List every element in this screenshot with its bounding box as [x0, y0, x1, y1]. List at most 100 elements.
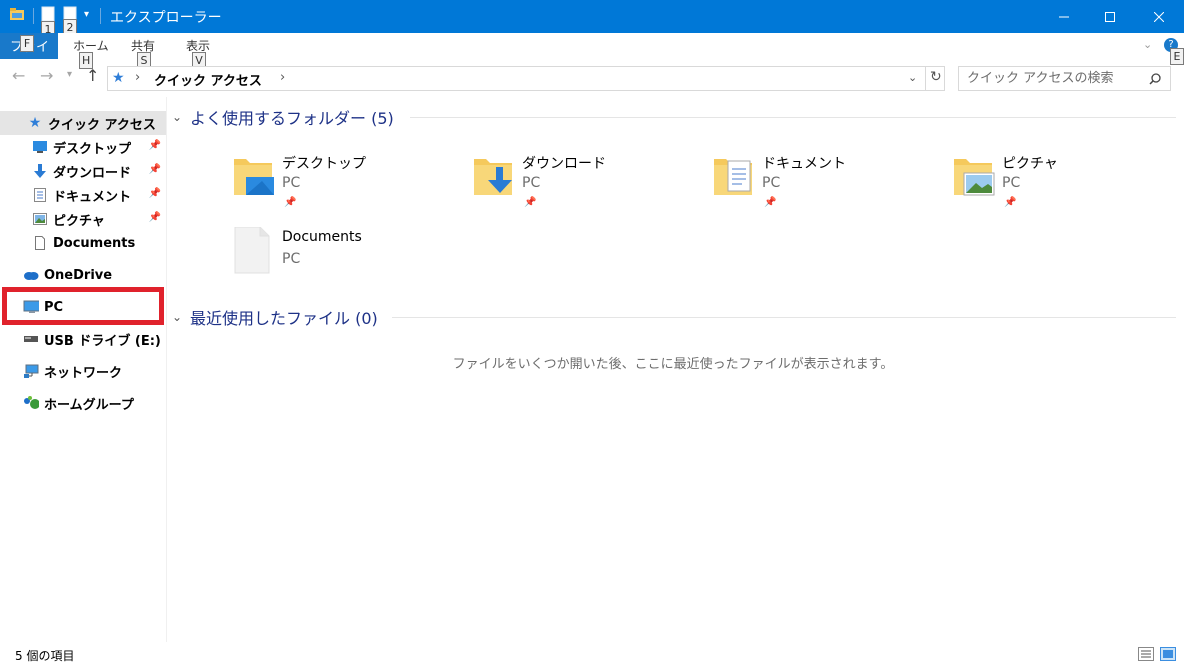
usb-drive-icon: [23, 331, 39, 347]
sidebar-item-label: ダウンロード: [53, 165, 132, 181]
desktop-icon: [32, 139, 48, 155]
sidebar-item-network[interactable]: ネットワーク: [0, 359, 166, 383]
download-folder-icon: [472, 151, 520, 203]
chevron-down-icon: ⌄: [171, 310, 183, 324]
sidebar-item-documents[interactable]: ドキュメント 📌: [0, 183, 166, 207]
details-view-icon[interactable]: [1138, 647, 1154, 661]
ribbon: ファイル F ホーム H 共有 S 表示 V ⌄ ? E: [0, 33, 1184, 74]
maximize-icon: [1105, 11, 1115, 22]
recent-empty-message: ファイルをいくつか開いた後、ここに最近使ったファイルが表示されます。: [452, 357, 894, 372]
sidebar-item-label: ドキュメント: [53, 189, 132, 205]
tile-desktop[interactable]: デスクトップ PC 📌: [232, 151, 462, 215]
star-icon: ★: [112, 70, 125, 86]
minimize-button[interactable]: [1041, 0, 1087, 33]
sidebar-item-desktop[interactable]: デスクトップ 📌: [0, 135, 166, 159]
sidebar-item-label: ホームグループ: [44, 397, 134, 413]
documents-folder-icon: [712, 151, 760, 203]
group-header-frequent[interactable]: ⌄ よく使用するフォルダー (5): [170, 104, 394, 130]
pin-icon: 📌: [148, 188, 161, 199]
close-icon: [1154, 11, 1164, 22]
tile-name: Documents: [282, 229, 362, 245]
tile-documents-file[interactable]: Documents PC: [232, 226, 462, 291]
breadcrumb-quick-access[interactable]: クイック アクセス: [154, 70, 262, 89]
sidebar-item-label: OneDrive: [44, 267, 113, 283]
keytip-file: F: [20, 35, 34, 52]
expand-ribbon-icon[interactable]: ⌄: [1143, 38, 1152, 51]
star-icon: ★: [28, 115, 42, 131]
qa-separator: [33, 8, 34, 24]
tile-pictures[interactable]: ピクチャ PC 📌: [952, 151, 1182, 215]
pictures-folder-icon: [952, 151, 1000, 203]
large-icons-view-icon[interactable]: [1160, 647, 1176, 661]
breadcrumb-chevron-icon[interactable]: ›: [135, 70, 140, 85]
navigation-pane: ★ クイック アクセス デスクトップ 📌 ダウンロード 📌 ドキュメント 📌 ピ…: [0, 97, 167, 642]
tile-documents[interactable]: ドキュメント PC 📌: [712, 151, 942, 215]
sidebar-item-usb-drive[interactable]: USB ドライブ (E:): [0, 327, 166, 351]
sidebar-item-label: USB ドライブ (E:): [44, 333, 161, 349]
sidebar-item-label: Documents: [53, 235, 136, 251]
pin-icon: 📌: [1004, 197, 1017, 208]
tile-location: PC: [282, 251, 301, 267]
address-dropdown-icon[interactable]: ⌄: [908, 71, 917, 84]
sidebar-item-label: ネットワーク: [44, 365, 123, 381]
network-icon: [23, 363, 39, 379]
tile-name: ピクチャ: [1002, 156, 1058, 172]
chevron-down-icon: ⌄: [171, 110, 183, 124]
cloud-icon: [23, 267, 39, 283]
pin-icon: 📌: [764, 197, 777, 208]
pin-icon: 📌: [148, 164, 161, 175]
breadcrumb-chevron-icon[interactable]: ›: [280, 70, 285, 85]
sidebar-item-downloads[interactable]: ダウンロード 📌: [0, 159, 166, 183]
tile-name: デスクトップ: [282, 156, 366, 172]
address-separator: [925, 67, 926, 90]
tile-name: ドキュメント: [762, 156, 846, 172]
close-button[interactable]: [1134, 0, 1184, 33]
title-bar: ▾ エクスプローラー 1 2: [0, 0, 1184, 38]
tile-location: PC: [1002, 175, 1021, 191]
window-title: エクスプローラー: [110, 10, 222, 26]
group-header-recent[interactable]: ⌄ 最近使用したファイル (0): [170, 304, 378, 330]
pictures-icon: [32, 211, 48, 227]
tile-downloads[interactable]: ダウンロード PC 📌: [472, 151, 702, 215]
item-count: 5 個の項目: [15, 649, 75, 663]
sidebar-item-pictures[interactable]: ピクチャ 📌: [0, 207, 166, 231]
homegroup-icon: [23, 395, 39, 411]
refresh-icon[interactable]: ↻: [930, 69, 942, 85]
sidebar-item-onedrive[interactable]: OneDrive: [0, 263, 166, 287]
minimize-icon: [1059, 16, 1069, 17]
sidebar-item-label: デスクトップ: [53, 141, 132, 157]
up-arrow-icon[interactable]: ↑: [86, 66, 99, 85]
address-row: ← → ▾ ↑ ★ › クイック アクセス › ⌄ ↻: [0, 60, 1184, 94]
group-divider: [410, 117, 1176, 118]
maximize-button[interactable]: [1087, 0, 1133, 33]
tile-location: PC: [282, 175, 301, 191]
pin-icon: 📌: [524, 197, 537, 208]
search-icon[interactable]: [1149, 70, 1161, 89]
back-arrow-icon[interactable]: ←: [12, 66, 25, 85]
file-icon: [32, 235, 48, 251]
customize-qa-dropdown-icon[interactable]: ▾: [84, 9, 89, 20]
status-bar: 5 個の項目: [0, 642, 1184, 667]
recent-locations-chevron-icon[interactable]: ▾: [67, 69, 72, 80]
group-divider: [392, 317, 1176, 318]
sidebar-item-label: クイック アクセス: [48, 117, 156, 133]
search-input[interactable]: [958, 66, 1171, 91]
blank-file-icon: [232, 226, 280, 279]
pin-icon: 📌: [148, 140, 161, 151]
explorer-app-icon[interactable]: [9, 6, 25, 26]
tile-name: ダウンロード: [522, 156, 606, 172]
sidebar-item-homegroup[interactable]: ホームグループ: [0, 391, 166, 415]
forward-arrow-icon[interactable]: →: [40, 66, 53, 85]
documents-icon: [32, 187, 48, 203]
sidebar-item-quick-access[interactable]: ★ クイック アクセス: [0, 111, 166, 135]
pin-icon: 📌: [148, 212, 161, 223]
content-pane: ⌄ よく使用するフォルダー (5) デスクトップ PC 📌 ダウンロード PC …: [170, 97, 1176, 642]
sidebar-item-label: ピクチャ: [53, 213, 105, 229]
group-title: 最近使用したファイル (0): [190, 309, 378, 328]
sidebar-item-documents-file[interactable]: Documents: [0, 231, 166, 255]
pin-icon: 📌: [284, 197, 297, 208]
address-bar[interactable]: ★ › クイック アクセス › ⌄ ↻: [107, 66, 945, 91]
qa-separator: [100, 8, 101, 24]
pc-highlight-box: [2, 287, 164, 325]
download-icon: [32, 163, 48, 179]
